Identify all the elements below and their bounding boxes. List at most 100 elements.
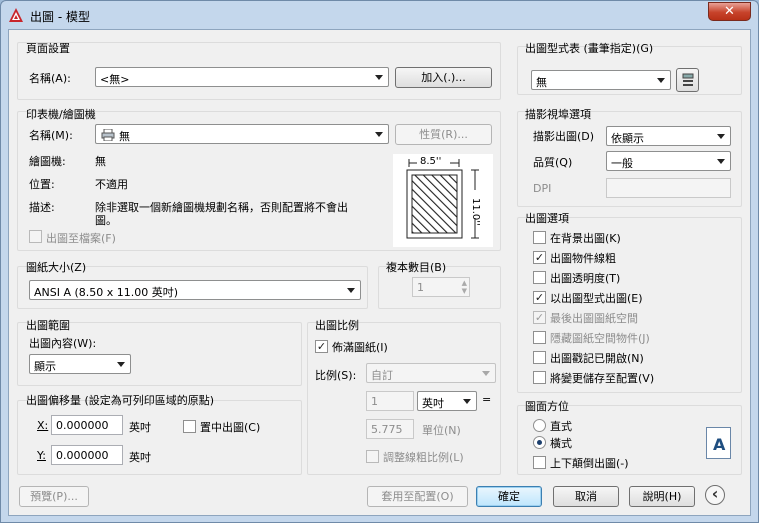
plotter-label: 繪圖機: — [29, 155, 66, 168]
scale-units-label: 單位(N) — [422, 424, 461, 437]
chevron-down-icon[interactable] — [117, 362, 125, 367]
upside-down-label[interactable]: 上下顛倒出圖(-) — [550, 455, 629, 471]
copies-input[interactable]: 1 ▲ ▼ — [412, 277, 470, 297]
plot-option-checkbox[interactable] — [533, 351, 546, 364]
spin-up-icon[interactable]: ▲ — [462, 279, 467, 287]
plot-option-checkbox[interactable]: ✓ — [533, 311, 546, 324]
scale-inches-input[interactable]: 1 — [366, 391, 414, 411]
orientation-letter: A — [713, 435, 726, 454]
apply-to-layout-button[interactable]: 套用至配置(O) — [367, 486, 468, 507]
scale-lineweights-label[interactable]: 調整線粗比例(L) — [383, 449, 464, 465]
center-plot-label[interactable]: 置中出圖(C) — [200, 419, 260, 435]
scale-label: 比例(S): — [315, 369, 357, 382]
chevron-down-icon[interactable] — [375, 75, 383, 80]
page-setup-name-combo[interactable]: <無> — [95, 67, 389, 87]
collapse-options-button[interactable]: ‹ — [705, 485, 725, 505]
help-button[interactable]: 說明(H) — [629, 486, 695, 507]
orientation-heading: 圖面方位 — [525, 400, 569, 413]
page-setup-name-label: 名稱(A): — [29, 72, 71, 85]
plot-option-label[interactable]: 隱藏圖紙空間物件(J) — [550, 330, 650, 346]
chevron-down-icon[interactable] — [657, 78, 665, 83]
dpi-label: DPI — [533, 182, 552, 195]
printer-name-combo[interactable]: 無 — [95, 124, 389, 144]
chevron-down-icon[interactable] — [482, 371, 490, 376]
plot-style-heading: 出圖型式表 (畫筆指定)(G) — [525, 42, 654, 55]
location-label: 位置: — [29, 178, 55, 191]
title-bar[interactable]: 出圖 - 模型 ✕ — [1, 1, 758, 29]
shade-plot-combo[interactable]: 依顯示 — [606, 126, 731, 146]
plot-scale-heading: 出圖比例 — [315, 319, 359, 332]
equals-sign: = — [482, 393, 492, 406]
offset-y-input[interactable]: 0.000000 — [51, 445, 123, 465]
plot-option-checkbox[interactable] — [533, 371, 546, 384]
scale-combo[interactable]: 自訂 — [366, 363, 496, 383]
plot-option-label[interactable]: 將變更儲存至配置(V) — [550, 370, 654, 386]
add-page-setup-button[interactable]: 加入(.)... — [395, 67, 492, 88]
dialog-window: 出圖 - 模型 ✕ 頁面設置 名稱(A): <無> 加入(.)... 印表機/繪… — [0, 0, 759, 523]
plot-option-label[interactable]: 出圖透明度(T) — [550, 270, 620, 286]
quality-label: 品質(Q) — [533, 156, 573, 169]
ok-button[interactable]: 確定 — [476, 486, 542, 507]
location-value: 不適用 — [95, 178, 128, 191]
center-plot-checkbox[interactable] — [183, 420, 196, 433]
plot-option-checkbox[interactable] — [533, 271, 546, 284]
quality-combo[interactable]: 一般 — [606, 151, 731, 171]
scale-unit-combo[interactable]: 英吋 — [417, 391, 477, 411]
upside-down-checkbox[interactable] — [533, 456, 546, 469]
dialog-body: 頁面設置 名稱(A): <無> 加入(.)... 印表機/繪圖機 名稱(M): … — [8, 29, 751, 516]
plot-to-file-label[interactable]: 出圖至檔案(F) — [46, 230, 116, 246]
plot-option-checkbox[interactable]: ✓ — [533, 251, 546, 264]
fit-to-paper-checkbox[interactable]: ✓ — [315, 340, 328, 353]
paper-size-combo[interactable]: ANSI A (8.50 x 11.00 英吋) — [29, 280, 361, 300]
close-button[interactable]: ✕ — [708, 2, 751, 21]
plot-option-checkbox[interactable]: ✓ — [533, 291, 546, 304]
offset-x-unit: 英吋 — [129, 421, 151, 434]
fit-to-paper-label[interactable]: 佈滿圖紙(I) — [332, 339, 388, 355]
scale-units-input[interactable]: 5.775 — [366, 419, 414, 439]
plot-offset-heading: 出圖偏移量 (設定為可列印區域的原點) — [26, 394, 215, 407]
description-line-2: 圖。 — [95, 214, 117, 227]
plot-option-label[interactable]: 出圖戳記已開啟(N) — [550, 350, 644, 366]
printer-name-value: 無 — [119, 130, 130, 143]
chevron-down-icon[interactable] — [375, 132, 383, 137]
dpi-input[interactable] — [606, 178, 731, 198]
spin-down-icon[interactable]: ▼ — [462, 287, 467, 295]
paper-height-label: 11.0'' — [470, 198, 481, 226]
scale-lineweights-checkbox[interactable] — [366, 450, 379, 463]
offset-y-unit: 英吋 — [129, 451, 151, 464]
offset-x-input[interactable]: 0.000000 — [51, 415, 123, 435]
plot-options-heading: 出圖選項 — [525, 212, 569, 225]
description-line-1: 除非選取一個新繪圖機規劃名稱，否則配置將不會出 — [95, 201, 348, 214]
chevron-left-icon: ‹ — [711, 484, 719, 503]
chevron-down-icon[interactable] — [463, 399, 471, 404]
plot-area-label: 出圖內容(W): — [29, 337, 97, 350]
landscape-label[interactable]: 橫式 — [550, 435, 572, 451]
plotter-value: 無 — [95, 155, 106, 168]
paper-preview: 8.5'' 11.0'' — [393, 154, 493, 247]
plot-area-combo[interactable]: 顯示 — [29, 354, 131, 374]
preview-button[interactable]: 預覽(P)... — [19, 486, 89, 507]
plot-option-label[interactable]: 以出圖型式出圖(E) — [550, 290, 643, 306]
plot-option-label[interactable]: 在背景出圖(K) — [550, 230, 621, 246]
plot-option-checkbox[interactable] — [533, 231, 546, 244]
portrait-radio[interactable] — [533, 419, 546, 432]
chevron-down-icon[interactable] — [347, 288, 355, 293]
landscape-radio[interactable] — [533, 436, 546, 449]
chevron-down-icon[interactable] — [717, 134, 725, 139]
shade-plot-label: 描影出圖(D) — [533, 130, 595, 143]
cancel-button[interactable]: 取消 — [553, 486, 619, 507]
plot-to-file-checkbox[interactable] — [29, 230, 42, 243]
portrait-label[interactable]: 直式 — [550, 418, 572, 434]
edit-plot-style-button[interactable] — [676, 68, 699, 92]
plot-style-combo[interactable]: 無 — [531, 70, 671, 90]
edit-table-icon — [682, 73, 693, 86]
autocad-app-icon — [9, 8, 23, 22]
copies-heading: 複本數目(B) — [386, 261, 447, 274]
properties-button[interactable]: 性質(R)... — [395, 124, 492, 145]
printer-heading: 印表機/繪圖機 — [26, 108, 96, 121]
plot-option-label[interactable]: 出圖物件線粗 — [550, 250, 616, 266]
plot-option-label[interactable]: 最後出圖圖紙空間 — [550, 310, 638, 326]
chevron-down-icon[interactable] — [717, 159, 725, 164]
plot-option-checkbox[interactable] — [533, 331, 546, 344]
paper-size-heading: 圖紙大小(Z) — [26, 261, 87, 274]
